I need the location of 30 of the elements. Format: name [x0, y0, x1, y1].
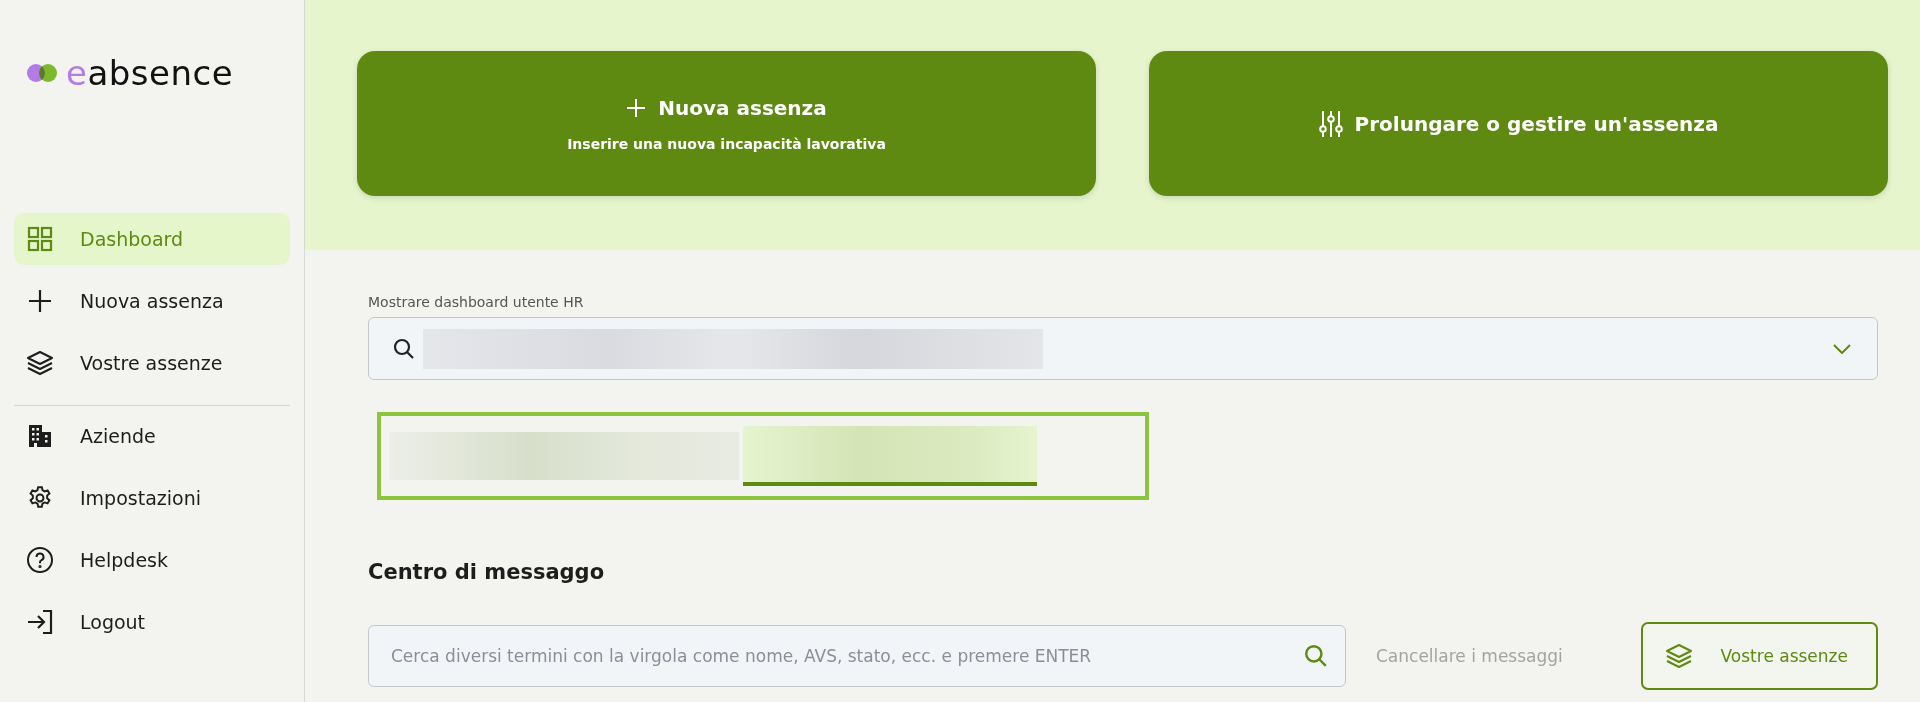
search-icon	[1304, 644, 1328, 668]
user-select[interactable]	[368, 317, 1878, 380]
sidebar-item[interactable]: Dashboard	[14, 213, 290, 265]
help-icon	[26, 546, 54, 574]
grid-icon	[27, 226, 53, 252]
sidebar-item[interactable]: Nuova assenza	[14, 275, 290, 327]
chevron-down-icon	[1833, 343, 1851, 354]
layers-icon	[26, 350, 54, 376]
logo-icon	[26, 63, 58, 83]
search-icon	[393, 337, 415, 360]
button-subtitle: Inserire una nuova incapacità lavorativa	[567, 135, 886, 152]
new-absence-button[interactable]: Nuova assenza Inserire una nuova incapacità lavorativa	[357, 51, 1096, 196]
sidebar-item[interactable]: Aziende	[14, 410, 290, 462]
sidebar-item[interactable]: Impostazioni	[14, 472, 290, 524]
manage-absence-button[interactable]: Prolungare o gestire un'assenza	[1149, 51, 1888, 196]
logout-icon	[26, 609, 54, 635]
message-search-field[interactable]: Cerca diversi termini con la virgola come nome, AVS, stato, ecc. e premere ENTER	[368, 625, 1346, 687]
plus-icon	[27, 288, 53, 314]
sidebar-item[interactable]: Helpdesk	[14, 534, 290, 586]
plus-icon	[626, 97, 647, 118]
building-icon	[27, 423, 53, 449]
sliders-icon	[1318, 109, 1343, 138]
logo-text: eabsence	[66, 53, 234, 93]
section-heading: Centro di messaggo	[368, 560, 606, 584]
sidebar-item[interactable]: Logout	[14, 596, 290, 648]
layers-icon	[1664, 643, 1693, 669]
field-label: Mostrare dashboard utente HR	[368, 294, 585, 310]
your-absences-button[interactable]: Vostre assenze	[1640, 622, 1878, 690]
sidebar-item[interactable]: Vostre assenze	[14, 337, 290, 389]
settings-icon	[27, 485, 53, 511]
